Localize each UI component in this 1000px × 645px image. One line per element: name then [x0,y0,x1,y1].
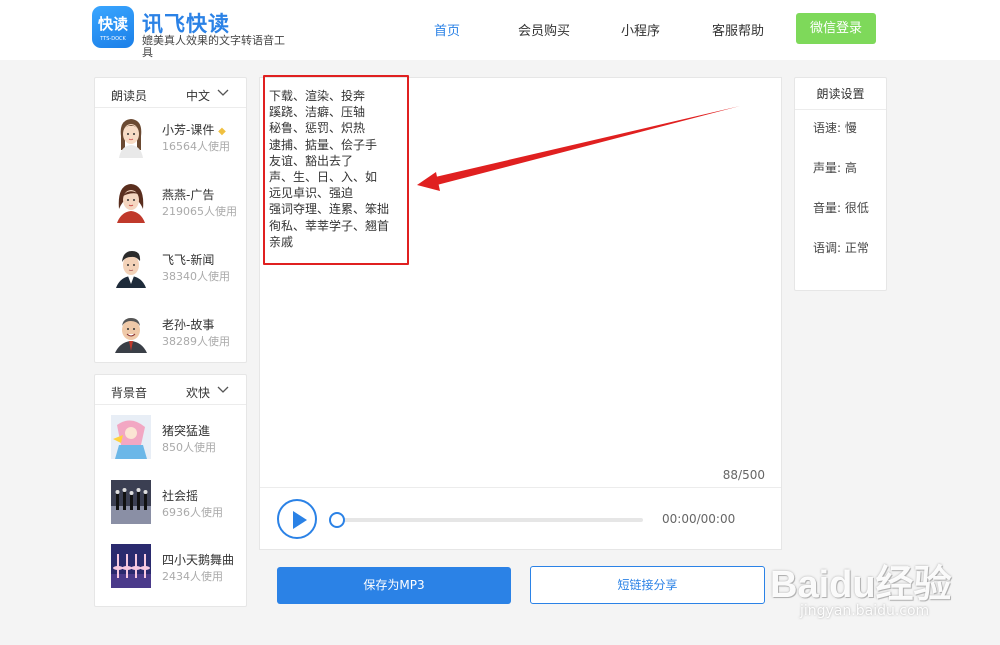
reader-name: 飞飞-新闻 [162,253,215,267]
reader-item-laosun[interactable]: 老孙-故事 38289人使用 [95,309,247,373]
music-usage: 6936人使用 [162,506,223,519]
reader-item-xiaofang[interactable]: 小芳-课件 ◆ 16564人使用 [95,114,247,178]
reader-name: 小芳-课件 ◆ [162,123,226,137]
avatar [117,184,145,223]
music-panel-header: 背景音 欢快 [95,375,246,405]
settings-title: 朗读设置 [795,78,886,110]
diamond-icon: ◆ [218,126,226,137]
setting-volume[interactable]: 音量: 很低 [813,199,869,216]
music-name: 猪突猛進 [162,424,211,438]
watermark: Baidu经验 jingyan.baidu.com [770,545,1000,645]
avatar [116,251,146,288]
nav-membership[interactable]: 会员购买 [518,20,570,39]
music-panel: 背景音 欢快 猪突猛進 850人使用 社会摇 6936人使用 四小天鹅舞曲 24… [94,374,247,607]
watermark-url: jingyan.baidu.com [800,603,930,619]
music-style-select[interactable]: 欢快 [186,384,210,401]
reader-panel: 朗读员 中文 小芳-课件 ◆ 16564人使用 燕燕-广告 219065人使用 [94,77,247,363]
chevron-down-icon[interactable] [216,86,230,100]
music-name: 社会摇 [162,489,199,503]
top-header: 快读 TTS-DOCK 讯飞快读 媲美真人效果的文字转语音工具 首页 会员购买 … [0,0,1000,60]
save-mp3-button[interactable]: 保存为MP3 [277,567,511,604]
language-select[interactable]: 中文 [186,87,210,104]
reader-item-feifei[interactable]: 飞飞-新闻 38340人使用 [95,244,247,308]
settings-panel: 朗读设置 语速: 慢 声量: 高 音量: 很低 语调: 正常 [794,77,887,291]
music-item[interactable]: 猪突猛進 850人使用 [95,415,247,479]
setting-speed[interactable]: 语速: 慢 [813,119,857,136]
reader-name: 老孙-故事 [162,318,215,332]
avatar [115,318,147,353]
time-display: 00:00/00:00 [662,512,736,526]
reader-usage: 38340人使用 [162,270,230,283]
setting-loudness[interactable]: 声量: 高 [813,159,857,176]
logo-text: 快读 [97,15,128,33]
music-item[interactable]: 社会摇 6936人使用 [95,480,247,544]
music-usage: 2434人使用 [162,570,223,583]
reader-item-yanyan[interactable]: 燕燕-广告 219065人使用 [95,179,247,243]
reader-panel-title: 朗读员 [111,89,148,103]
share-link-button[interactable]: 短链接分享 [530,566,765,604]
music-item[interactable]: 四小天鹅舞曲 2434人使用 [95,544,247,608]
music-panel-title: 背景音 [111,386,148,400]
reader-usage: 16564人使用 [162,140,230,153]
play-icon [293,511,307,529]
watermark-brand: Baidu经验 [770,564,952,606]
reader-usage: 38289人使用 [162,335,230,348]
music-usage: 850人使用 [162,441,216,454]
chevron-down-icon[interactable] [216,383,230,397]
nav-home[interactable]: 首页 [434,20,460,39]
music-thumbnail [111,544,151,588]
reader-usage: 219065人使用 [162,205,237,218]
reader-panel-header: 朗读员 中文 [95,78,246,108]
nav-mini-program[interactable]: 小程序 [621,20,660,39]
setting-tone[interactable]: 语调: 正常 [813,239,869,256]
progress-track[interactable] [329,512,643,528]
char-counter: 88/500 [722,468,765,482]
play-button[interactable] [277,499,317,539]
reader-name: 燕燕-广告 [162,188,215,202]
music-thumbnail [111,480,151,524]
progress-knob[interactable] [329,512,345,528]
music-thumbnail [111,415,151,459]
text-editor: 下载、渲染、投奔 蹊跷、洁癖、压轴 秘鲁、惩罚、炽热 逮捕、掂量、侩子手 友谊、… [259,75,782,550]
music-name: 四小天鹅舞曲 [162,553,235,567]
avatar [119,119,143,158]
nav-help[interactable]: 客服帮助 [712,20,764,39]
audio-player: 00:00/00:00 [260,487,781,549]
logo-subtext: TTS-DOCK [100,36,126,42]
brand-slogan: 媲美真人效果的文字转语音工具 [142,34,285,59]
app-logo[interactable]: 快读 TTS-DOCK [92,6,134,48]
wechat-login-button[interactable]: 微信登录 [796,13,876,44]
annotation-highlight-box [263,75,409,265]
